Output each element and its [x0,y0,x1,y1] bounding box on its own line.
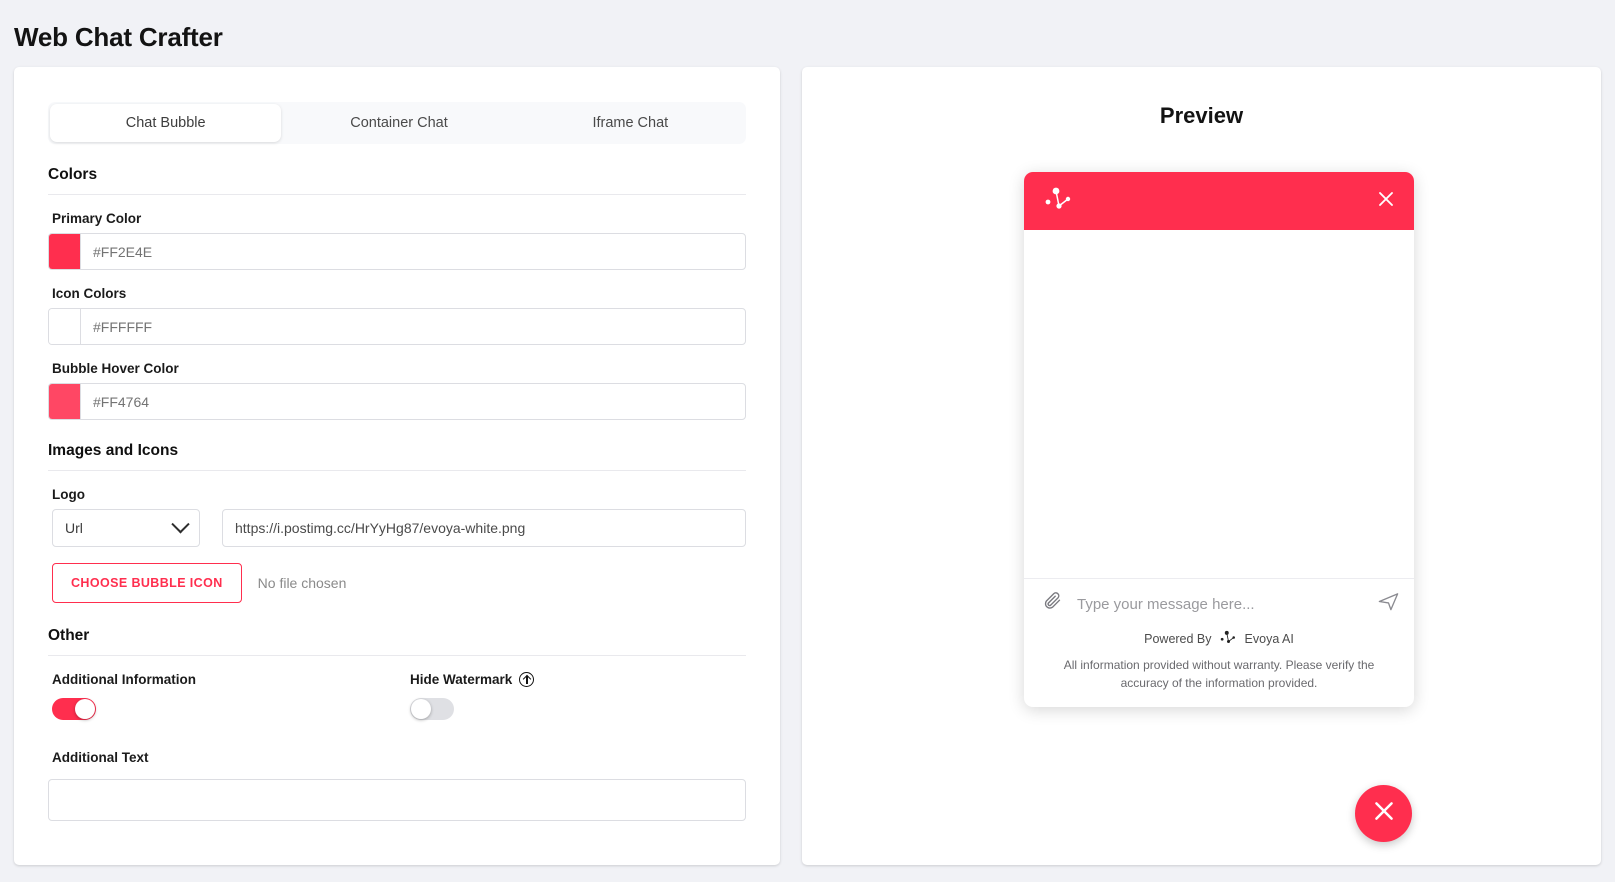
label-bubble-hover-color: Bubble Hover Color [52,361,179,376]
hide-watermark-toggle[interactable] [410,698,454,720]
hide-watermark-text: Hide Watermark [410,672,513,687]
label-additional-text: Additional Text [52,750,149,765]
evoya-network-logo-icon [1219,630,1238,648]
logo-row: Url [52,509,746,547]
brand-name: Evoya AI [1244,631,1294,646]
label-logo: Logo [52,487,85,502]
icon-color-swatch[interactable] [49,309,81,344]
chat-input-area: Type your message here... [1024,577,1414,630]
choose-bubble-icon-button[interactable]: CHOOSE BUBBLE ICON [52,563,242,603]
evoya-network-logo-icon [1044,186,1074,217]
preview-title: Preview [1159,103,1244,128]
label-additional-information: Additional Information [52,672,196,687]
additional-information-cell: Additional Information [14,672,372,720]
chat-preview-window: Type your message here... Powered By Evo… [1024,172,1414,707]
preview-panel: Preview Type your message here... Powere… [802,67,1601,865]
upgrade-arrow-icon[interactable] [519,672,535,687]
icon-color-row [48,308,746,345]
additional-information-toggle[interactable] [52,698,96,720]
logo-source-select[interactable]: Url [52,509,200,547]
label-primary-color: Primary Color [52,211,142,226]
tab-bar: Chat Bubble Container Chat Iframe Chat [48,102,746,144]
page-title: Web Chat Crafter [14,22,223,52]
toggle-grid: Additional Information Hide Watermark [14,672,780,720]
chat-message-area [1024,230,1414,578]
section-heading-colors: Colors [48,166,746,195]
section-heading-images: Images and Icons [48,442,746,471]
chevron-down-icon [171,514,190,533]
toggle-knob [411,699,431,719]
paperclip-icon[interactable] [1042,591,1063,617]
primary-color-input[interactable] [81,234,745,269]
hide-watermark-cell: Hide Watermark [372,672,730,720]
settings-panel: Chat Bubble Container Chat Iframe Chat C… [14,67,780,865]
file-status-text: No file chosen [257,575,347,591]
tab-iframe-chat[interactable]: Iframe Chat [515,104,746,142]
close-icon [1371,798,1397,829]
chat-bubble-close-button[interactable] [1355,785,1412,842]
tab-container-chat[interactable]: Container Chat [283,104,514,142]
label-hide-watermark: Hide Watermark [410,672,730,687]
logo-url-input[interactable] [222,509,746,547]
icon-color-input[interactable] [81,309,745,344]
bubble-hover-color-row [48,383,746,420]
primary-color-row [48,233,746,270]
close-icon[interactable] [1376,189,1396,214]
bubble-hover-color-input[interactable] [81,384,745,419]
bubble-hover-color-swatch[interactable] [49,384,81,419]
disclaimer-text: All information provided without warrant… [1063,657,1375,691]
powered-by-text: Powered By [1144,631,1212,646]
main-columns: Chat Bubble Container Chat Iframe Chat C… [0,53,1615,865]
bubble-icon-file-row: CHOOSE BUBBLE ICON No file chosen [52,563,780,603]
message-input[interactable]: Type your message here... [1077,596,1363,613]
label-icon-colors: Icon Colors [52,286,127,301]
powered-by-row: Powered By Evoya AI [1024,630,1414,652]
additional-text-input[interactable] [48,779,746,821]
primary-color-swatch[interactable] [49,234,81,269]
tab-chat-bubble[interactable]: Chat Bubble [50,104,282,142]
section-heading-other: Other [48,627,746,656]
chat-header [1024,172,1414,230]
toggle-knob [75,699,95,719]
logo-source-value: Url [65,520,83,536]
send-icon[interactable] [1377,590,1400,618]
